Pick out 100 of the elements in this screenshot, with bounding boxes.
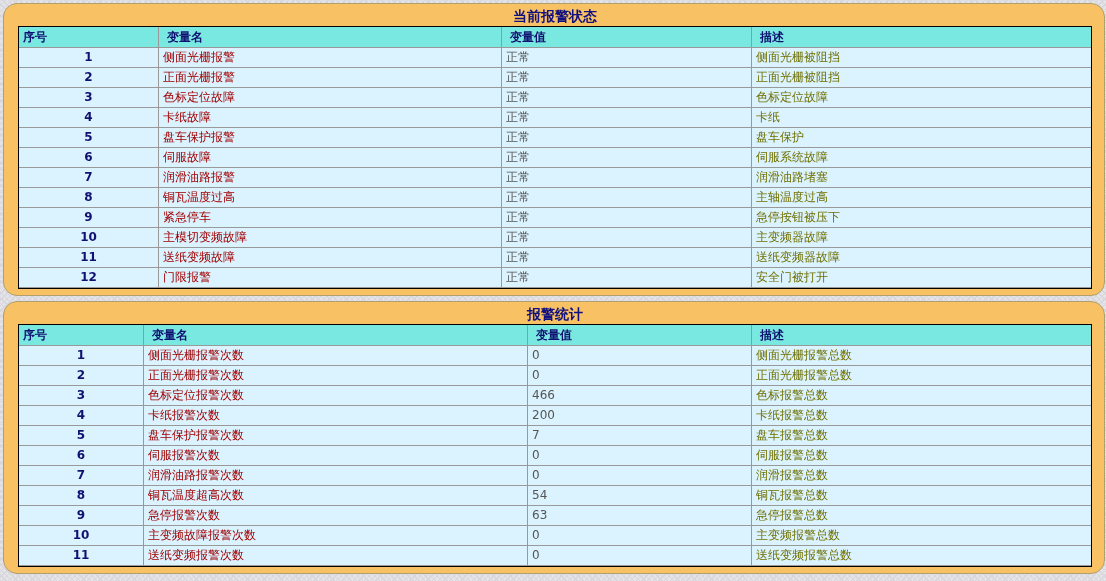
value-cell: 54	[527, 486, 751, 506]
description-cell: 正面光栅被阻挡	[751, 68, 1091, 88]
description-cell: 侧面光栅报警总数	[751, 346, 1091, 366]
index-cell: 2	[19, 68, 158, 88]
description-cell: 润滑油路堵塞	[751, 168, 1091, 188]
column-header: 描述	[751, 325, 1091, 346]
variable-name-cell: 伺服报警次数	[143, 446, 527, 466]
value-cell: 正常	[501, 188, 751, 208]
index-cell: 7	[19, 168, 158, 188]
description-cell: 伺服系统故障	[751, 148, 1091, 168]
value-cell: 466	[527, 386, 751, 406]
index-cell: 11	[19, 546, 143, 566]
variable-name-cell: 铜瓦温度过高	[158, 188, 501, 208]
variable-name-cell: 盘车保护报警	[158, 128, 501, 148]
index-cell: 3	[19, 386, 143, 406]
description-cell: 主轴温度过高	[751, 188, 1091, 208]
variable-name-cell: 卡纸报警次数	[143, 406, 527, 426]
value-cell: 正常	[501, 148, 751, 168]
variable-name-cell: 急停报警次数	[143, 506, 527, 526]
index-cell: 5	[19, 426, 143, 446]
index-cell: 2	[19, 366, 143, 386]
description-cell: 卡纸报警总数	[751, 406, 1091, 426]
value-cell: 正常	[501, 248, 751, 268]
description-cell: 主变频报警总数	[751, 526, 1091, 546]
column-header: 描述	[751, 27, 1091, 48]
index-cell: 12	[19, 268, 158, 288]
index-cell: 8	[19, 486, 143, 506]
index-cell: 10	[19, 228, 158, 248]
variable-name-cell: 侧面光栅报警	[158, 48, 501, 68]
index-cell: 1	[19, 346, 143, 366]
index-cell: 6	[19, 446, 143, 466]
column-header: 序号	[19, 325, 143, 346]
index-cell: 3	[19, 88, 158, 108]
value-cell: 7	[527, 426, 751, 446]
description-cell: 送纸变频器故障	[751, 248, 1091, 268]
description-cell: 安全门被打开	[751, 268, 1091, 288]
description-cell: 急停报警总数	[751, 506, 1091, 526]
description-cell: 铜瓦报警总数	[751, 486, 1091, 506]
variable-name-cell: 主模切变频故障	[158, 228, 501, 248]
column-header: 变量值	[501, 27, 751, 48]
panel-title: 报警统计	[525, 305, 584, 324]
description-cell: 润滑报警总数	[751, 466, 1091, 486]
index-cell: 11	[19, 248, 158, 268]
index-cell: 4	[19, 108, 158, 128]
variable-name-cell: 铜瓦温度超高次数	[143, 486, 527, 506]
value-cell: 0	[527, 526, 751, 546]
value-cell: 正常	[501, 268, 751, 288]
variable-name-cell: 紧急停车	[158, 208, 501, 228]
variable-name-cell: 盘车保护报警次数	[143, 426, 527, 446]
variable-name-cell: 正面光栅报警	[158, 68, 501, 88]
variable-name-cell: 润滑油路报警	[158, 168, 501, 188]
index-cell: 9	[19, 208, 158, 228]
value-cell: 正常	[501, 88, 751, 108]
index-cell: 5	[19, 128, 158, 148]
value-cell: 0	[527, 346, 751, 366]
value-cell: 正常	[501, 168, 751, 188]
value-cell: 63	[527, 506, 751, 526]
description-cell: 急停按钮被压下	[751, 208, 1091, 228]
index-cell: 6	[19, 148, 158, 168]
value-cell: 正常	[501, 228, 751, 248]
column-header: 变量值	[527, 325, 751, 346]
description-cell: 伺服报警总数	[751, 446, 1091, 466]
value-cell: 0	[527, 546, 751, 566]
variable-name-cell: 色标定位故障	[158, 88, 501, 108]
index-cell: 1	[19, 48, 158, 68]
description-cell: 色标定位故障	[751, 88, 1091, 108]
column-header: 变量名	[158, 27, 501, 48]
variable-name-cell: 色标定位报警次数	[143, 386, 527, 406]
panel-title: 当前报警状态	[512, 7, 598, 26]
value-cell: 正常	[501, 48, 751, 68]
value-cell: 200	[527, 406, 751, 426]
variable-name-cell: 正面光栅报警次数	[143, 366, 527, 386]
value-cell: 0	[527, 446, 751, 466]
variable-name-cell: 侧面光栅报警次数	[143, 346, 527, 366]
description-cell: 盘车报警总数	[751, 426, 1091, 446]
description-cell: 侧面光栅被阻挡	[751, 48, 1091, 68]
index-cell: 10	[19, 526, 143, 546]
value-cell: 正常	[501, 68, 751, 88]
value-cell: 正常	[501, 128, 751, 148]
variable-name-cell: 卡纸故障	[158, 108, 501, 128]
index-cell: 8	[19, 188, 158, 208]
description-cell: 送纸变频报警总数	[751, 546, 1091, 566]
column-header: 序号	[19, 27, 158, 48]
description-cell: 卡纸	[751, 108, 1091, 128]
index-cell: 9	[19, 506, 143, 526]
index-cell: 4	[19, 406, 143, 426]
value-cell: 正常	[501, 108, 751, 128]
description-cell: 主变频器故障	[751, 228, 1091, 248]
variable-name-cell: 门限报警	[158, 268, 501, 288]
column-header: 变量名	[143, 325, 527, 346]
variable-name-cell: 润滑油路报警次数	[143, 466, 527, 486]
variable-name-cell: 送纸变频故障	[158, 248, 501, 268]
variable-name-cell: 送纸变频报警次数	[143, 546, 527, 566]
value-cell: 正常	[501, 208, 751, 228]
value-cell: 0	[527, 466, 751, 486]
description-cell: 正面光栅报警总数	[751, 366, 1091, 386]
variable-name-cell: 主变频故障报警次数	[143, 526, 527, 546]
index-cell: 7	[19, 466, 143, 486]
variable-name-cell: 伺服故障	[158, 148, 501, 168]
value-cell: 0	[527, 366, 751, 386]
